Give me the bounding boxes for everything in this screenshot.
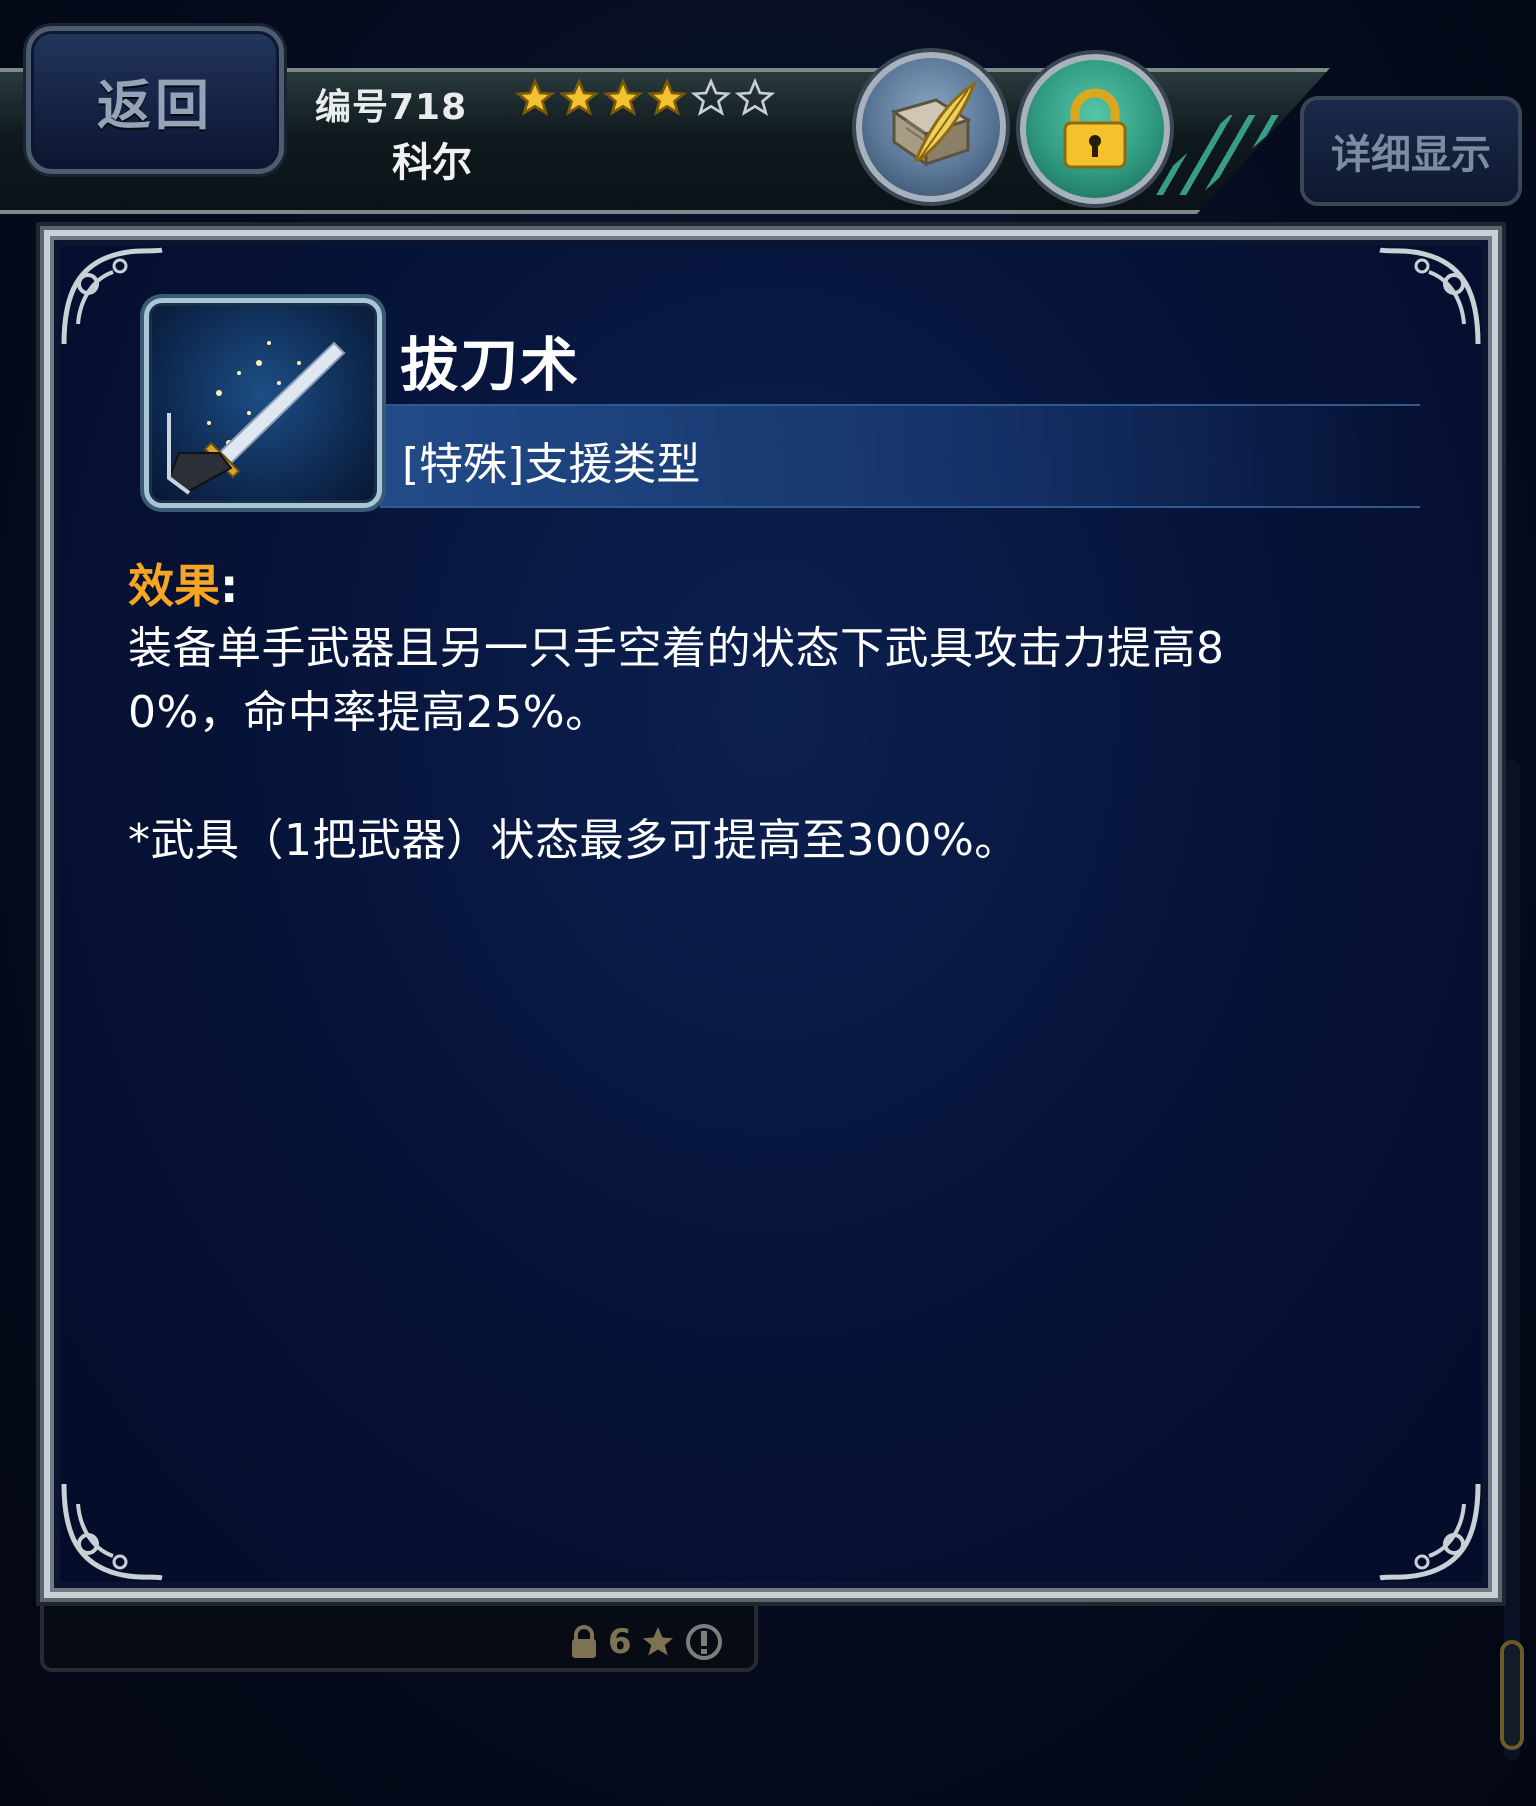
ability-icon-frame xyxy=(144,298,382,508)
detail-display-label: 详细显示 xyxy=(1331,132,1491,178)
alert-circle-icon xyxy=(685,1624,722,1660)
book-quill-icon xyxy=(890,80,977,167)
corner-ornament-icon xyxy=(1379,247,1481,345)
effect-description-line-2: 0%，命中率提高25%。 xyxy=(128,687,610,738)
effect-heading: 效果: xyxy=(128,550,238,616)
star-empty-icon xyxy=(691,78,731,116)
star-filled-icon xyxy=(559,78,599,116)
effect-description-line-1: 装备单手武器且另一只手空着的状态下武具攻击力提高8 xyxy=(128,623,1225,674)
rarity-stars xyxy=(515,78,775,118)
back-button[interactable]: 返回 xyxy=(26,26,284,174)
unlock-level-value: 6 xyxy=(608,1622,632,1662)
corner-ornament-icon xyxy=(1379,1483,1481,1581)
effect-heading-label: 效果 xyxy=(128,559,220,613)
ability-name: 拔刀术 xyxy=(400,331,581,399)
list-scrollbar-thumb[interactable] xyxy=(1500,1640,1524,1750)
star-empty-icon xyxy=(735,78,775,116)
unit-number: 编号718 xyxy=(315,87,468,128)
lock-small-icon xyxy=(572,1625,596,1658)
star-filled-icon xyxy=(603,78,643,116)
lock-button[interactable] xyxy=(1020,54,1170,204)
star-small-icon xyxy=(642,1627,673,1656)
detail-display-button[interactable]: 详细显示 xyxy=(1300,96,1522,206)
star-filled-icon xyxy=(515,78,555,116)
list-scrollbar[interactable] xyxy=(1504,760,1520,1760)
sword-draw-icon xyxy=(167,341,346,495)
star-filled-icon xyxy=(647,78,687,116)
unit-name: 科尔 xyxy=(392,140,472,186)
ability-type: [特殊]支援类型 xyxy=(402,439,701,490)
unit-info-button[interactable] xyxy=(856,52,1006,202)
corner-ornament-icon xyxy=(61,1483,163,1581)
padlock-icon xyxy=(1063,88,1127,169)
background-list-meta: 6 xyxy=(568,1622,724,1662)
effect-note: *武具（1把武器）状态最多可提高至300%。 xyxy=(128,815,1019,866)
effect-heading-colon: : xyxy=(220,559,239,613)
back-button-label: 返回 xyxy=(97,73,213,137)
